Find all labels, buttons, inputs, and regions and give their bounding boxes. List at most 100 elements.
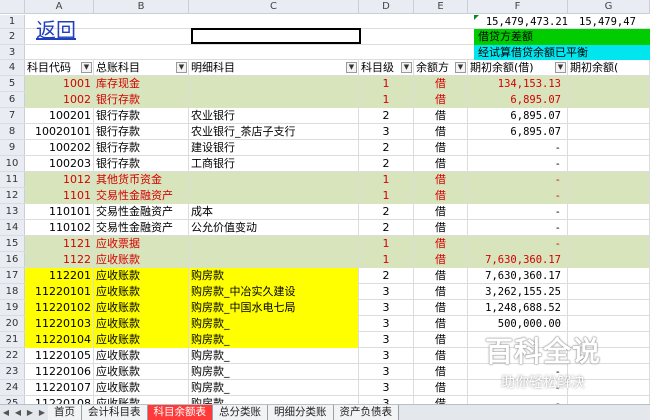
column-header-f[interactable]: F [468, 0, 568, 14]
header-opening-debit[interactable]: 期初余额(借) ▼ [468, 60, 568, 76]
opening-credit-cell[interactable] [568, 332, 650, 348]
row-number[interactable]: 21 [0, 332, 25, 347]
general-account-cell[interactable]: 库存现金 [94, 76, 189, 92]
opening-debit-cell[interactable]: 6,895.07 [468, 92, 568, 108]
balance-direction-cell[interactable]: 借 [414, 284, 468, 300]
row-number[interactable]: 13 [0, 204, 25, 219]
opening-debit-cell[interactable]: - [468, 156, 568, 172]
row-number[interactable]: 16 [0, 252, 25, 267]
cell-f1-total[interactable]: 15,479,473.21 [474, 15, 574, 29]
balance-direction-cell[interactable]: 借 [414, 76, 468, 92]
opening-debit-cell[interactable]: 6,895.07 [468, 124, 568, 140]
account-code-cell[interactable]: 1012 [25, 172, 94, 188]
filter-dropdown-icon[interactable]: ▼ [176, 62, 187, 73]
account-level-cell[interactable]: 3 [359, 364, 414, 380]
account-code-cell[interactable]: 1121 [25, 236, 94, 252]
account-level-cell[interactable]: 3 [359, 332, 414, 348]
opening-debit-cell[interactable]: 134,153.13 [468, 76, 568, 92]
balance-direction-cell[interactable]: 借 [414, 220, 468, 236]
opening-credit-cell[interactable] [568, 284, 650, 300]
opening-credit-cell[interactable] [568, 348, 650, 364]
balance-direction-cell[interactable]: 借 [414, 156, 468, 172]
select-all-corner[interactable] [0, 0, 25, 14]
general-account-cell[interactable]: 应收账款 [94, 380, 189, 396]
opening-debit-cell[interactable]: - [468, 204, 568, 220]
detail-account-cell[interactable]: 工商银行 [189, 156, 359, 172]
balance-direction-cell[interactable]: 借 [414, 396, 468, 404]
account-code-cell[interactable]: 112201 [25, 268, 94, 284]
opening-debit-cell[interactable]: - [468, 332, 568, 348]
general-account-cell[interactable]: 应收票据 [94, 236, 189, 252]
difference-note[interactable]: 借贷方差额 [474, 29, 650, 45]
balance-direction-cell[interactable]: 借 [414, 300, 468, 316]
account-code-cell[interactable]: 11220108 [25, 396, 94, 404]
back-link[interactable]: 返回 [36, 15, 76, 45]
tab-home[interactable]: 首页 [48, 405, 82, 420]
header-balance-direction[interactable]: 余额方 ▼ [414, 60, 468, 76]
opening-debit-cell[interactable]: 1,248,688.52 [468, 300, 568, 316]
balance-direction-cell[interactable]: 借 [414, 332, 468, 348]
account-code-cell[interactable]: 11220106 [25, 364, 94, 380]
account-code-cell[interactable]: 10020101 [25, 124, 94, 140]
opening-credit-cell[interactable] [568, 188, 650, 204]
row-number[interactable]: 19 [0, 300, 25, 315]
row-number[interactable]: 14 [0, 220, 25, 235]
opening-credit-cell[interactable] [568, 124, 650, 140]
opening-credit-cell[interactable] [568, 236, 650, 252]
tab-subsidiary-ledger[interactable]: 明细分类账 [268, 405, 334, 420]
detail-account-cell[interactable]: 农业银行 [189, 108, 359, 124]
detail-account-cell[interactable]: 农业银行_茶店子支行 [189, 124, 359, 140]
balance-direction-cell[interactable]: 借 [414, 364, 468, 380]
account-code-cell[interactable]: 110101 [25, 204, 94, 220]
opening-debit-cell[interactable]: - [468, 348, 568, 364]
general-account-cell[interactable]: 应收账款 [94, 332, 189, 348]
account-level-cell[interactable]: 3 [359, 380, 414, 396]
balance-direction-cell[interactable]: 借 [414, 236, 468, 252]
opening-debit-cell[interactable]: - [468, 236, 568, 252]
tab-general-ledger[interactable]: 总分类账 [213, 405, 268, 420]
header-account-code[interactable]: 科目代码 ▼ [25, 60, 94, 76]
column-header-d[interactable]: D [359, 0, 414, 14]
tab-first-arrow-icon[interactable]: ◀ [0, 408, 12, 417]
filter-dropdown-icon[interactable]: ▼ [555, 62, 566, 73]
row-number[interactable]: 17 [0, 268, 25, 283]
account-code-cell[interactable]: 100201 [25, 108, 94, 124]
general-account-cell[interactable]: 交易性金融资产 [94, 204, 189, 220]
balance-direction-cell[interactable]: 借 [414, 348, 468, 364]
account-level-cell[interactable]: 3 [359, 348, 414, 364]
detail-account-cell[interactable]: 购房款_ [189, 396, 359, 404]
opening-debit-cell[interactable]: 6,895.07 [468, 108, 568, 124]
opening-debit-cell[interactable]: 3,262,155.25 [468, 284, 568, 300]
column-header-g[interactable]: G [568, 0, 650, 14]
row-number[interactable]: 7 [0, 108, 25, 123]
row-number[interactable]: 24 [0, 380, 25, 395]
account-code-cell[interactable]: 11220101 [25, 284, 94, 300]
general-account-cell[interactable]: 其他货币资金 [94, 172, 189, 188]
account-code-cell[interactable]: 11220102 [25, 300, 94, 316]
opening-credit-cell[interactable] [568, 252, 650, 268]
column-header-c[interactable]: C [189, 0, 359, 14]
general-account-cell[interactable]: 交易性金融资产 [94, 188, 189, 204]
account-code-cell[interactable]: 1101 [25, 188, 94, 204]
account-code-cell[interactable]: 1001 [25, 76, 94, 92]
general-account-cell[interactable]: 应收账款 [94, 252, 189, 268]
opening-debit-cell[interactable]: - [468, 140, 568, 156]
account-level-cell[interactable]: 3 [359, 284, 414, 300]
general-account-cell[interactable]: 应收账款 [94, 316, 189, 332]
balance-direction-cell[interactable]: 借 [414, 172, 468, 188]
general-account-cell[interactable]: 银行存款 [94, 156, 189, 172]
cell-g1-total[interactable]: 15,479,47 [575, 15, 650, 29]
account-code-cell[interactable]: 1002 [25, 92, 94, 108]
row-number[interactable]: 5 [0, 76, 25, 91]
balance-direction-cell[interactable]: 借 [414, 204, 468, 220]
account-level-cell[interactable]: 2 [359, 220, 414, 236]
opening-credit-cell[interactable] [568, 396, 650, 404]
detail-account-cell[interactable] [189, 172, 359, 188]
row-number[interactable]: 11 [0, 172, 25, 187]
detail-account-cell[interactable] [189, 188, 359, 204]
account-code-cell[interactable]: 11220107 [25, 380, 94, 396]
account-code-cell[interactable]: 1122 [25, 252, 94, 268]
general-account-cell[interactable]: 应收账款 [94, 396, 189, 404]
detail-account-cell[interactable]: 公允价值变动 [189, 220, 359, 236]
opening-credit-cell[interactable] [568, 220, 650, 236]
